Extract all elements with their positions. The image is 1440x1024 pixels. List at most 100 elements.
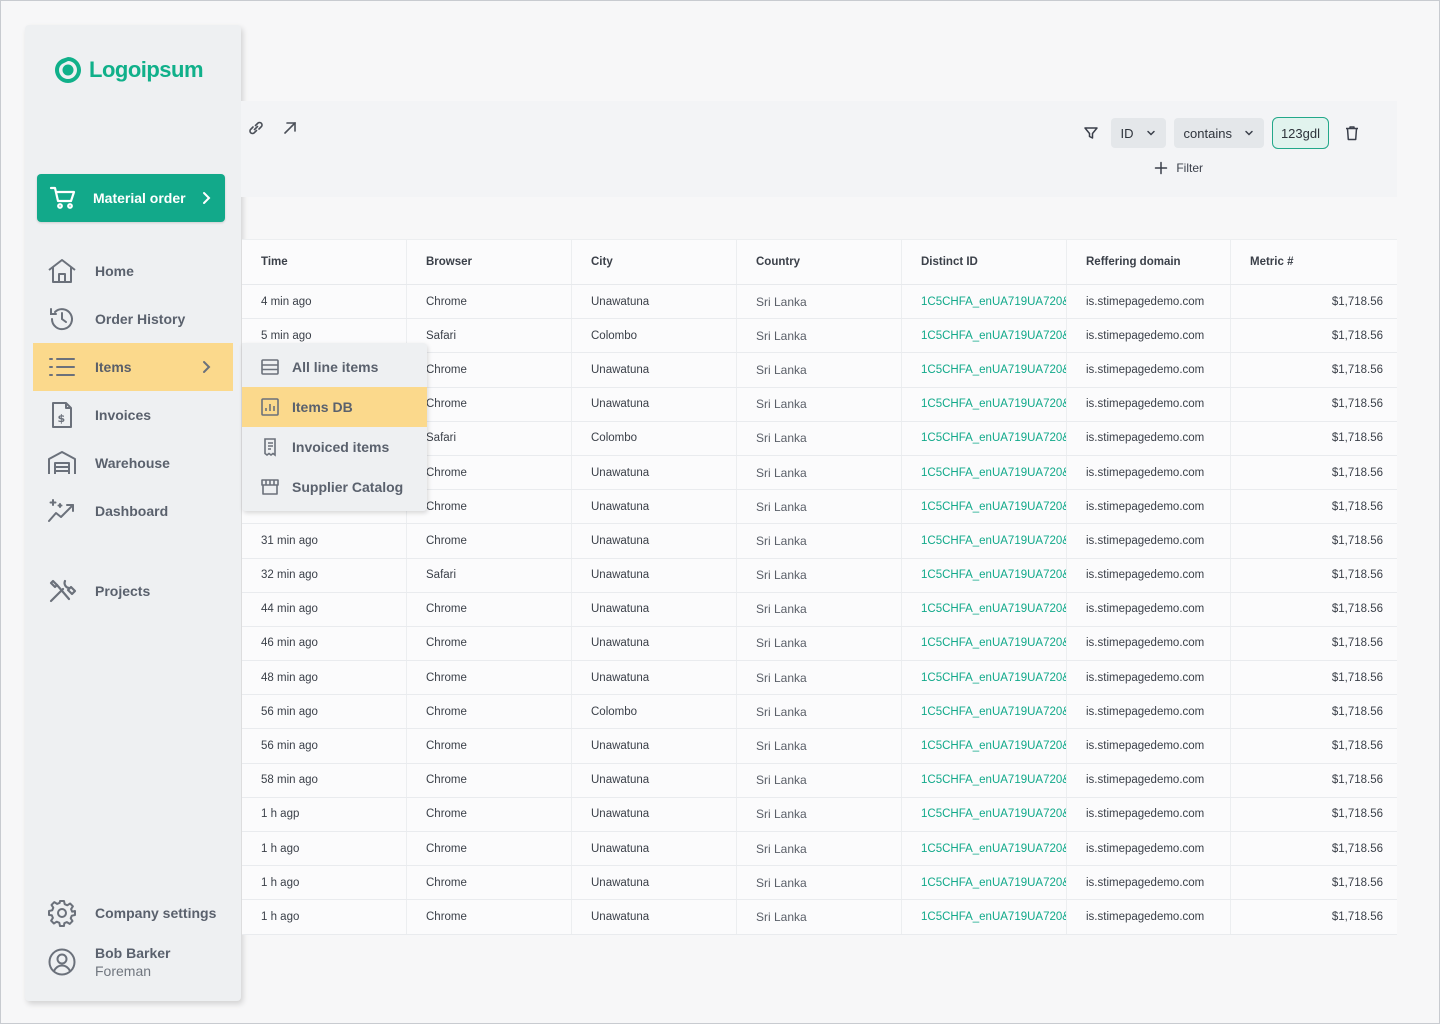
table-cell: 1C5CHFA_enUA719UA720&sourceid=	[902, 832, 1067, 866]
table-cell: 56 min ago	[242, 729, 407, 763]
add-filter-label: Filter	[1176, 161, 1203, 175]
material-order-button[interactable]: Material order	[37, 174, 225, 222]
filter-operator-value: contains	[1183, 125, 1232, 141]
nav-item-order-history[interactable]: Order History	[33, 295, 233, 343]
column-header[interactable]: Time	[242, 240, 407, 284]
nav-item-warehouse[interactable]: Warehouse	[33, 439, 233, 487]
table-cell: is.stimepagedemo.com	[1067, 285, 1231, 319]
filter-field-value: ID	[1120, 125, 1134, 141]
table-cell: 1C5CHFA_enUA719UA720&sourceid=	[902, 626, 1067, 661]
table-cell: Sri Lanka	[737, 285, 902, 319]
nav-label-projects: Projects	[95, 583, 151, 599]
table-cell: Unawatuna	[572, 866, 737, 900]
table-cell: Chrome	[407, 387, 572, 421]
nav-item-items[interactable]: Items	[33, 343, 233, 391]
table-row[interactable]: 1 h agp Chrome Unawatuna Sri Lanka 1C5CHFA_e…	[242, 797, 1397, 832]
table-row[interactable]: 1 h ago Chrome Unawatuna Sri Lanka 1C5CHFA_e…	[242, 900, 1397, 935]
home-icon	[48, 259, 76, 283]
table-row[interactable]: 44 min ago Chrome Unawatuna Sri Lanka 1C5CHF…	[242, 592, 1397, 627]
table-cell: Chrome	[407, 524, 572, 558]
nav-item-invoices[interactable]: $ Invoices	[33, 391, 233, 439]
submenu-item-all-line-items[interactable]: All line items	[242, 347, 427, 387]
column-header[interactable]: Country	[737, 240, 902, 284]
trash-icon[interactable]	[1343, 124, 1361, 142]
table-cell: Unawatuna	[572, 353, 737, 387]
chart-icon	[261, 398, 279, 416]
user-role: Foreman	[95, 963, 152, 979]
table-cell: $1,718.56	[1331, 603, 1383, 616]
filter-icon[interactable]	[1083, 125, 1099, 141]
plus-icon	[1155, 161, 1168, 175]
link-icon[interactable]	[247, 119, 265, 137]
nav-label-warehouse: Warehouse	[95, 455, 170, 471]
table-cell: Sri Lanka	[737, 592, 902, 626]
table-cell: Unawatuna	[572, 387, 737, 421]
table-row[interactable]: 58 min ago Chrome Unawatuna Sri Lanka 1C5CHF…	[242, 763, 1397, 798]
history-icon	[50, 308, 73, 331]
table-cell: Chrome	[407, 695, 572, 729]
table-cell: Sri Lanka	[737, 695, 902, 729]
company-settings-label: Company settings	[95, 905, 217, 921]
table-cell: Sri Lanka	[737, 421, 902, 455]
table-cell: 31 min ago	[242, 524, 407, 558]
table-cell: $1,718.56	[1331, 295, 1383, 308]
table-cell: Sri Lanka	[737, 353, 902, 387]
table-row[interactable]: 1 h ago Chrome Unawatuna Sri Lanka 1C5CHFA_e…	[242, 832, 1397, 867]
company-settings-link[interactable]: Company settings	[33, 889, 233, 937]
table-row[interactable]: 31 min ago Chrome Unawatuna Sri Lanka 1C5CHF…	[242, 524, 1397, 559]
table-cell: $1,718.56	[1331, 671, 1383, 684]
table-cell: $1,718.56	[1331, 466, 1383, 479]
table-row[interactable]: 56 min ago Chrome Colombo Sri Lanka 1C5CHFA_…	[242, 695, 1397, 730]
table-row[interactable]: 1 h ago Chrome Unawatuna Sri Lanka 1C5CHFA_e…	[242, 866, 1397, 901]
table-cell: Chrome	[407, 285, 572, 319]
column-header[interactable]: Distinct ID	[902, 240, 1067, 284]
table-row[interactable]: 48 min ago Chrome Unawatuna Sri Lanka 1C5CHF…	[242, 661, 1397, 696]
filter-value-input[interactable]: 123gdl	[1271, 117, 1329, 149]
table-cell: Sri Lanka	[737, 524, 902, 558]
table-cell: Sri Lanka	[737, 661, 902, 695]
table-cell: Safari	[407, 319, 572, 353]
table-cell: Chrome	[407, 729, 572, 763]
table-cell: 1 h ago	[242, 900, 407, 934]
table-cell: 1C5CHFA_enUA719UA720&sourceid=	[902, 490, 1067, 524]
table-cell: Safari	[407, 421, 572, 455]
column-header[interactable]: Browser	[407, 240, 572, 284]
table-cell: Chrome	[407, 490, 572, 524]
open-external-icon[interactable]	[281, 119, 299, 137]
table-row[interactable]: 56 min ago Chrome Unawatuna Sri Lanka 1C5CHF…	[242, 729, 1397, 764]
table-cell: Sri Lanka	[737, 626, 902, 661]
column-header[interactable]: Reffering domain	[1067, 240, 1231, 284]
table-cell: is.stimepagedemo.com	[1067, 900, 1231, 934]
submenu-item-supplier-catalog[interactable]: Supplier Catalog	[242, 467, 427, 507]
table-row[interactable]: 4 min ago Chrome Unawatuna Sri Lanka 1C5CHFA…	[242, 285, 1397, 320]
table-cell: is.stimepagedemo.com	[1067, 695, 1231, 729]
submenu-item-items-db[interactable]: Items DB	[242, 387, 427, 427]
table-cell: is.stimepagedemo.com	[1067, 387, 1231, 421]
table-cell: $1,718.56	[1331, 842, 1383, 855]
submenu-item-invoiced-items[interactable]: Invoiced items	[242, 427, 427, 467]
column-header[interactable]: Metric #	[1231, 240, 1397, 284]
submenu-label: Supplier Catalog	[292, 479, 404, 495]
add-filter-button[interactable]: Filter	[1154, 161, 1203, 175]
filter-operator-select[interactable]: contains	[1173, 118, 1264, 148]
nav-item-projects[interactable]: Projects	[33, 567, 233, 615]
table-cell: Chrome	[407, 353, 572, 387]
table-cell: Sri Lanka	[737, 866, 902, 900]
logo-icon	[55, 57, 81, 83]
brand-logo[interactable]: Logoipsum	[53, 55, 204, 85]
table-cell: Chrome	[407, 661, 572, 695]
nav-item-home[interactable]: Home	[33, 247, 233, 295]
table-cell: 46 min ago	[242, 626, 407, 661]
table-cell: Unawatuna	[572, 832, 737, 866]
table-cell: 1 h agp	[242, 797, 407, 831]
table-row[interactable]: 46 min ago Chrome Unawatuna Sri Lanka 1C5CHF…	[242, 626, 1397, 662]
table-cell: $1,718.56	[1331, 398, 1383, 411]
column-header[interactable]: City	[572, 240, 737, 284]
table-cell: Unawatuna	[572, 661, 737, 695]
nav-item-dashboard[interactable]: Dashboard	[33, 487, 233, 535]
table-cell: 1C5CHFA_enUA719UA720&sourceid=	[902, 319, 1067, 353]
filter-field-select[interactable]: ID	[1110, 118, 1166, 148]
table-row[interactable]: 32 min ago Safari Unawatuna Sri Lanka 1C5CHF…	[242, 558, 1397, 593]
table-cell: is.stimepagedemo.com	[1067, 832, 1231, 866]
user-profile[interactable]: Bob Barker Foreman	[47, 945, 170, 979]
